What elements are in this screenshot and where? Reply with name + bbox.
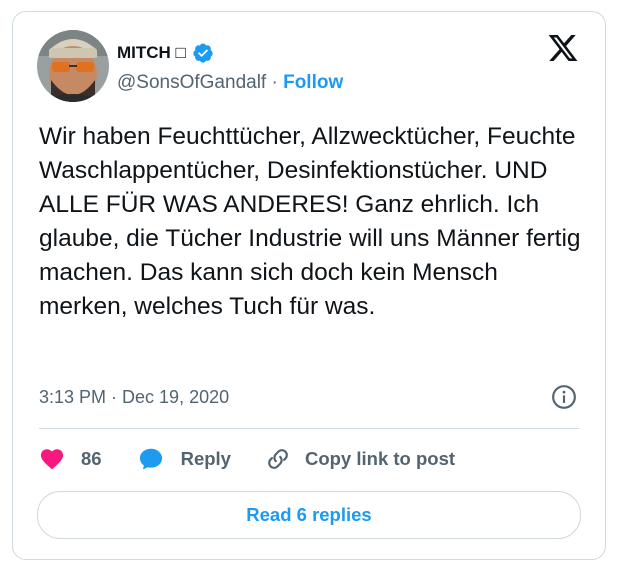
reply-label: Reply bbox=[180, 448, 231, 469]
copy-link-label: Copy link to post bbox=[304, 448, 456, 469]
author-handle[interactable]: @SonsOfGandalf bbox=[117, 72, 266, 94]
verified-badge-icon bbox=[193, 43, 213, 63]
info-icon[interactable] bbox=[551, 384, 577, 410]
x-logo-icon[interactable] bbox=[547, 32, 579, 64]
author-name-row: MITCH □ bbox=[117, 42, 214, 64]
tweet-text: Wir haben Feuchttücher, Allzwecktücher, … bbox=[39, 123, 581, 320]
author-handle-row: @SonsOfGandalf · Follow bbox=[117, 72, 343, 94]
read-replies-label: Read 6 replies bbox=[246, 504, 372, 525]
action-bar: 86 Reply Copy link to post bbox=[39, 446, 455, 472]
copy-link-button[interactable]: Copy link to post bbox=[265, 446, 455, 472]
reply-bubble-icon bbox=[139, 448, 162, 470]
reply-button[interactable]: Reply bbox=[138, 446, 231, 472]
divider bbox=[39, 428, 579, 429]
like-button[interactable]: 86 bbox=[39, 446, 102, 472]
heart-icon bbox=[40, 449, 64, 470]
handle-separator: · bbox=[266, 72, 284, 93]
tweet-timestamp[interactable]: 3:13 PM · Dec 19, 2020 bbox=[39, 387, 229, 408]
avatar-photo bbox=[37, 30, 109, 102]
link-icon bbox=[268, 449, 288, 469]
avatar[interactable] bbox=[37, 30, 109, 102]
follow-button[interactable]: Follow bbox=[283, 72, 343, 94]
read-replies-button[interactable]: Read 6 replies bbox=[37, 491, 581, 539]
tweet-card: MITCH □ @SonsOfGandalf · Follow Wir habe… bbox=[12, 11, 606, 560]
author-display-name[interactable]: MITCH □ bbox=[117, 43, 186, 63]
like-count: 86 bbox=[81, 448, 102, 469]
